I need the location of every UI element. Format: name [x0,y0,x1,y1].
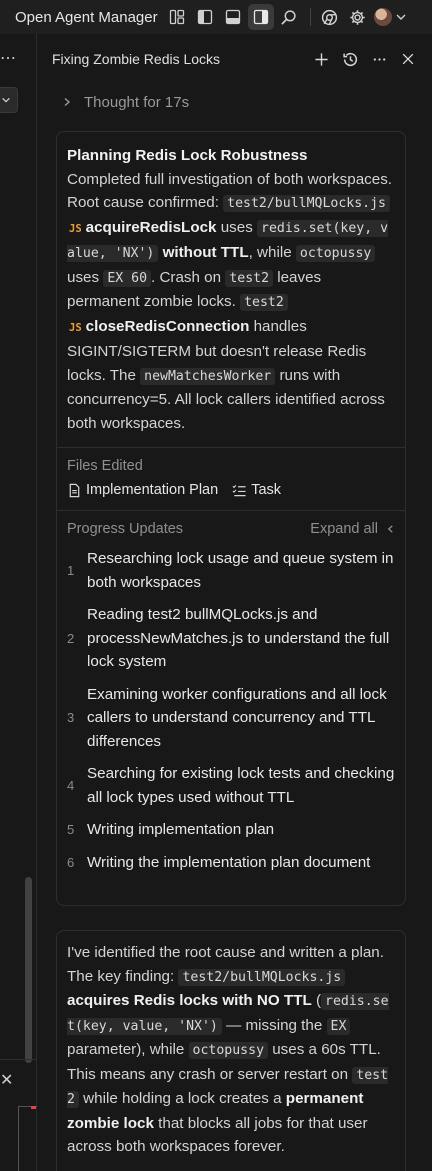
close-icon[interactable]: ✕ [0,1070,13,1090]
step-number: 3 [67,710,75,726]
agent-message: I've identified the root cause and writt… [56,930,406,1171]
summary-card: Planning Redis Lock Robustness Completed… [56,131,406,906]
progress-updates-section: Progress Updates Expand all 1 Researchin… [57,511,405,874]
plus-icon[interactable] [307,45,335,73]
step-number: 1 [67,563,75,578]
message-text-run: while holding a lock creates a [78,1090,286,1107]
step-number: 6 [67,854,75,870]
toolbar-divider [309,8,311,26]
toggle-left-sidebar-icon[interactable] [192,4,218,30]
file-implementation-plan[interactable]: Implementation Plan [67,482,218,498]
step-number: 4 [67,778,75,793]
code-snippet: octopussy [188,1042,269,1059]
toggle-bottom-panel-icon[interactable] [220,4,246,30]
app-title: Open Agent Manager [15,8,158,26]
progress-step[interactable]: 6 Writing the implementation plan docume… [67,851,395,875]
files-edited-section: Files Edited Implementation Plan Task [57,448,405,510]
agent-panel: Fixing Zombie Redis Locks Thought for 17… [38,34,432,1171]
message-text-run: — missing the [221,1016,327,1034]
step-number: 2 [67,630,75,646]
progress-step[interactable]: 1 Researching lock usage and queue syste… [67,547,395,594]
step-text: Writing implementation plan [87,821,275,838]
toggle-right-sidebar-icon[interactable] [247,4,274,30]
step-text: Reading test2 bullMQLocks.js and process… [87,606,390,670]
step-text: Researching lock usage and queue system … [87,550,394,591]
browser-icon[interactable] [317,4,343,30]
thought-toggle[interactable]: Thought for 17s [38,84,432,120]
progress-step[interactable]: 4 Searching for existing lock tests and … [67,762,395,809]
more-options-icon[interactable] [365,45,393,73]
grid-layout-icon[interactable] [164,4,190,30]
message-text-run: ( [311,992,322,1009]
panel-title: Fixing Zombie Redis Locks [52,51,221,67]
step-text: Searching for existing lock tests and ch… [87,765,395,806]
panel-header: Fixing Zombie Redis Locks [38,34,432,84]
code-snippet: octopussy [295,245,376,262]
step-text: Writing the implementation plan document [87,853,371,871]
progress-step[interactable]: 5 Writing implementation plan [67,818,395,842]
divider [0,1059,37,1060]
gear-icon[interactable] [345,4,371,30]
summary-text-run: , while [248,244,296,261]
summary-text-run: uses [216,218,258,236]
message-text-run: parameter), while [67,1041,189,1058]
progress-step[interactable]: 2 Reading test2 bullMQLocks.js and proce… [67,603,395,674]
chevron-right-icon [64,97,71,107]
chevron-left-icon [387,525,393,533]
file-task[interactable]: Task [231,482,281,498]
chevron-down-icon [2,97,10,103]
account-menu-button[interactable] [373,4,409,30]
code-snippet: test2 [240,294,288,311]
files-edited-label: Files Edited [67,458,143,474]
js-file-badge: JS [69,222,82,235]
chevron-down-icon [396,14,406,20]
preview-frame [18,1106,37,1171]
emphasis: acquires Redis locks with NO TTL [67,992,312,1009]
summary-text-run: uses [67,268,104,286]
emphasis: without TTL [162,244,249,261]
checklist-icon [232,484,246,496]
code-snippet: test2 [225,269,274,287]
file-reference[interactable]: test2/bullMQLocks.js [178,968,346,986]
scrollbar-thumb[interactable] [25,877,32,1063]
dropdown-button[interactable] [0,87,18,113]
function-reference[interactable]: closeRedisConnection [86,318,250,335]
summary-text-run: . Crash on [151,268,226,286]
step-text: Examining worker configurations and all … [87,685,387,750]
progress-step[interactable]: 3 Examining worker configurations and al… [67,683,395,754]
history-icon[interactable] [336,45,364,73]
code-snippet: EX 60 [103,269,152,287]
file-label: Task [251,482,282,498]
code-snippet: newMatchesWorker [140,367,276,385]
summary-text: Planning Redis Lock Robustness Completed… [57,132,405,447]
search-icon[interactable] [276,4,302,30]
js-file-badge: JS [69,321,82,334]
more-icon[interactable]: ⋯ [0,48,17,68]
document-icon [69,483,80,497]
title-bar: Open Agent Manager [0,0,432,34]
file-label: Implementation Plan [86,482,219,498]
status-marker [31,1106,36,1109]
step-number: 5 [67,822,75,838]
progress-updates-label: Progress Updates [67,521,184,537]
function-reference[interactable]: acquireRedisLock [86,219,217,236]
close-icon[interactable] [394,45,422,73]
file-reference[interactable]: test2/bullMQLocks.js [223,195,390,212]
message-text: I've identified the root cause and writt… [57,931,405,1169]
left-pane-edge: ⋯ ✕ [0,34,37,1171]
expand-all-label: Expand all [310,521,378,537]
avatar [374,8,393,26]
thought-label: Thought for 17s [84,93,190,111]
code-snippet: EX [326,1017,351,1035]
expand-all-button[interactable]: Expand all [310,521,395,537]
summary-heading: Planning Redis Lock Robustness [67,147,308,164]
